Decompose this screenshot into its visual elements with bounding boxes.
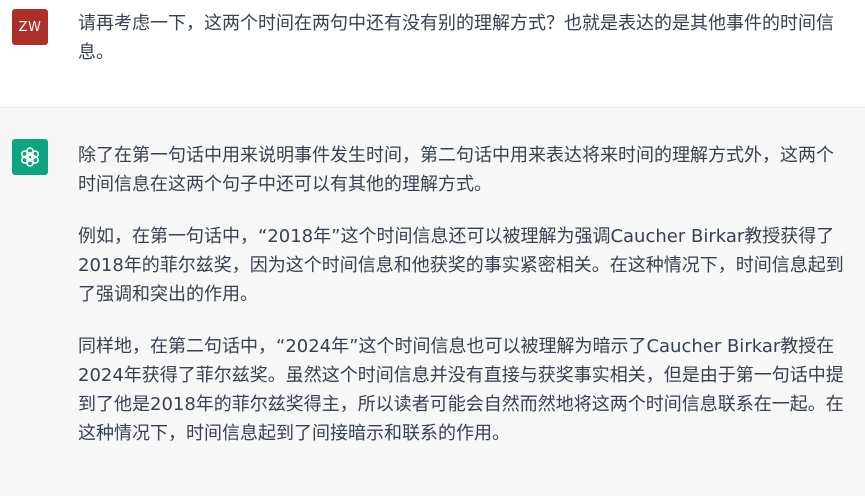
assistant-paragraph-1: 除了在第一句话中用来说明事件发生时间，第二句话中用来表达将来时间的理解方式外，这… [78,145,834,195]
assistant-message-row: 除了在第一句话中用来说明事件发生时间，第二句话中用来表达将来时间的理解方式外，这… [0,108,865,496]
assistant-paragraph-3: 同样地，在第二句话中，“2024年”这个时间信息也可以被理解为暗示了Cauche… [78,336,844,444]
user-message-text: 请再考虑一下，这两个时间在两句中还有没有别的理解方式？也就是表达的是其他事件的时… [78,13,834,63]
assistant-paragraph-2: 例如，在第一句话中，“2018年”这个时间信息还可以被理解为强调Caucher … [78,226,844,305]
user-avatar: ZW [12,9,48,45]
assistant-message-text: 除了在第一句话中用来说明事件发生时间，第二句话中用来表达将来时间的理解方式外，这… [78,141,848,471]
assistant-avatar [12,139,48,175]
user-avatar-initials: ZW [18,19,42,35]
openai-logo-icon [21,147,39,167]
user-message-row: ZW 请再考虑一下，这两个时间在两句中还有没有别的理解方式？也就是表达的是其他事… [0,0,865,108]
